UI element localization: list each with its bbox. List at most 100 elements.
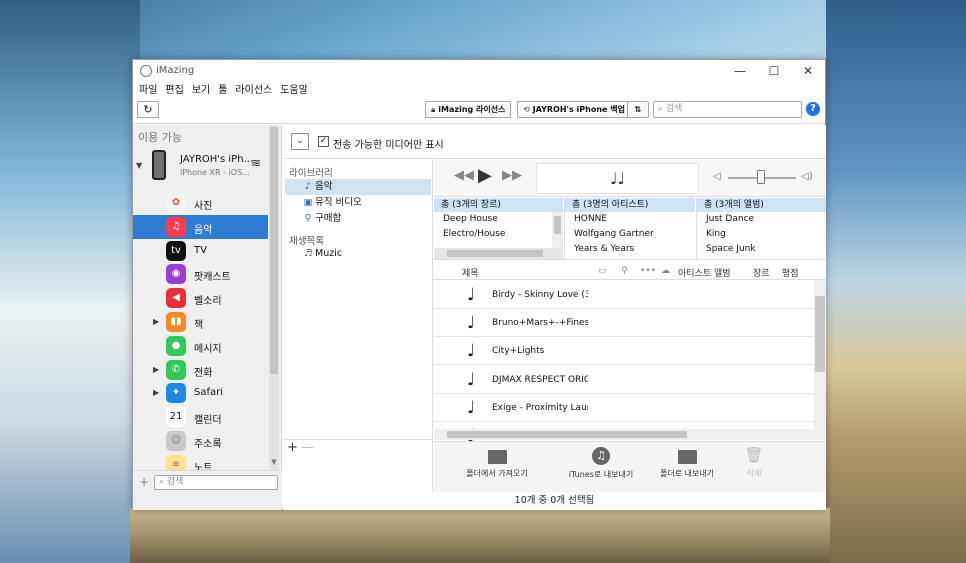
genre-vscroll-thumb[interactable]	[554, 216, 561, 234]
sidebar-item[interactable]: ▶ ▮▮ 책	[133, 310, 268, 334]
sidebar-item[interactable]: ☺ 주소록	[133, 429, 268, 453]
track-row[interactable]: ♩ Exige - Proximity Launc	[434, 394, 814, 422]
imazing-app-icon	[140, 65, 152, 77]
sidebar-item[interactable]: ◀ 벨소리	[133, 286, 268, 310]
track-title: Bruno+Mars+-+Finesse	[492, 318, 588, 329]
backup-button[interactable]: ⟲ JAYROH's iPhone 백업	[517, 101, 631, 118]
itunes-export-button[interactable]: ♫ iTunes로 내보내기	[556, 442, 646, 480]
album-row[interactable]: King	[697, 227, 826, 242]
column-artist-album[interactable]: 아티스트 앨범	[678, 266, 731, 279]
help-button[interactable]: ?	[806, 102, 820, 116]
playlist-item-muzic[interactable]: ♬ Muzic	[285, 246, 431, 262]
genre-row[interactable]: Deep House	[434, 212, 563, 227]
close-button[interactable]: ✕	[791, 60, 825, 82]
menu-edit[interactable]: 편집	[161, 82, 187, 100]
library-item-music-videos[interactable]: ▣ 뮤직 비디오	[285, 195, 431, 211]
genre-hscroll-thumb[interactable]	[447, 250, 543, 257]
options-dropdown[interactable]: ⌄	[291, 133, 309, 150]
scroll-down-icon[interactable]: ▼	[269, 458, 279, 466]
genre-hscroll[interactable]	[434, 248, 563, 259]
sidebar-item[interactable]: ◉ 팟캐스트	[133, 262, 268, 286]
menu-license[interactable]: 라이선스	[231, 82, 276, 100]
sidebar-scroll-thumb[interactable]	[270, 127, 278, 374]
track-row[interactable]: ♩ Birdy - Skinny Love (32	[434, 281, 814, 309]
menu-file[interactable]: 파일	[135, 82, 161, 100]
window-title: iMazing	[156, 65, 195, 76]
menu-bar: 파일 편집 보기 툴 라이선스 도움말	[133, 82, 825, 100]
artist-row[interactable]: HONNE	[565, 212, 695, 227]
sidebar-scrollbar[interactable]: ▲ ▼	[269, 125, 279, 470]
expand-arrow-icon[interactable]: ▶	[153, 388, 159, 397]
sidebar-item[interactable]: ✿ 사진	[133, 191, 268, 215]
track-list: 제목 ▭ ⚲ ••• ☁ 아티스트 앨범 장르 평점 ♩ Birdy - Skin…	[434, 261, 826, 446]
trash-button[interactable]: 🗑︎ 삭제	[709, 442, 799, 479]
main-content: ⌄ ✓ 전송 가능한 미디어만 표시 라이브러리 ♪ 음악 ▣ 뮤직 비디오 ⚲ 구매…	[283, 125, 826, 510]
sidebar-item-label: Safari	[194, 387, 224, 399]
music-note-icon: ♩	[467, 397, 476, 418]
transfer-button[interactable]: ⇅	[627, 101, 649, 118]
track-row[interactable]: ♩ DJMAX RESPECT ORIGI	[434, 366, 814, 394]
remove-playlist-button[interactable]: —	[301, 440, 314, 455]
forward-button[interactable]: ▶▶	[502, 168, 522, 183]
folder-export-icon	[677, 450, 697, 464]
sidebar-item[interactable]: 21 캘린더	[133, 405, 268, 429]
minimize-button[interactable]: —	[723, 60, 757, 82]
album-header[interactable]: 총 (3개의 앨범)	[697, 198, 826, 212]
expand-arrow-icon[interactable]: ▶	[153, 317, 159, 326]
menu-help[interactable]: 도움말	[276, 82, 312, 100]
transfer-icon: ⇅	[634, 105, 642, 114]
add-playlist-button[interactable]: +	[287, 440, 298, 455]
sidebar-item[interactable]: tv TV	[133, 239, 268, 263]
refresh-button[interactable]: ↻	[137, 101, 159, 118]
column-title[interactable]: 제목	[462, 266, 479, 279]
genre-row[interactable]: Electro/House	[434, 227, 563, 242]
play-button[interactable]: ▶	[478, 165, 492, 186]
column-genre[interactable]: 장르	[753, 266, 770, 279]
column-more-icon[interactable]: •••	[640, 266, 656, 276]
sidebar-item-label: 캘린더	[194, 415, 222, 427]
sidebar-item[interactable]: ♫ 음악	[133, 214, 268, 239]
action-label: 삭제	[746, 469, 762, 478]
menu-tools[interactable]: 툴	[214, 82, 231, 100]
license-button[interactable]: 🔒︎ iMazing 라이선스	[425, 101, 512, 118]
maximize-button[interactable]: ☐	[757, 60, 791, 82]
track-hscroll-thumb[interactable]	[447, 431, 687, 438]
album-row[interactable]: Space Junk	[697, 242, 826, 257]
sidebar-search-input[interactable]: ⌕ 검색	[154, 475, 278, 490]
track-hscroll[interactable]	[434, 429, 814, 440]
album-row[interactable]: Just Dance	[697, 212, 826, 227]
track-vscroll-thumb[interactable]	[815, 296, 825, 372]
playlist-label: Muzic	[315, 248, 343, 259]
column-rating[interactable]: 평점	[782, 266, 799, 279]
transferable-only-checkbox[interactable]: ✓	[318, 136, 329, 147]
genre-header[interactable]: 총 (3개의 장르)	[434, 198, 563, 212]
rewind-button[interactable]: ◀◀	[454, 168, 474, 183]
genre-vscroll[interactable]	[552, 212, 563, 248]
artist-row[interactable]: Years & Years	[565, 242, 695, 257]
search-input[interactable]: ⌕ 검색	[653, 101, 802, 118]
sidebar-item[interactable]: ▶ ✦ Safari	[133, 381, 268, 405]
lock-icon: 🔒︎	[431, 105, 436, 114]
artist-row[interactable]: Wolfgang Gartner	[565, 227, 695, 242]
track-row[interactable]: ♩ City+Lights	[434, 337, 814, 366]
column-cloud-icon[interactable]: ☁	[661, 266, 670, 276]
library-item-music[interactable]: ♪ 음악	[285, 179, 431, 195]
track-vscroll[interactable]	[814, 280, 826, 440]
sidebar-item[interactable]: ● 메시지	[133, 334, 268, 358]
add-device-button[interactable]: +	[139, 475, 149, 489]
folder-import-button[interactable]: 폴더에서 가져오기	[452, 442, 542, 479]
sidebar-header: 이용 가능	[138, 131, 182, 144]
library-item-purchased[interactable]: ⚲ 구매함	[285, 211, 431, 227]
expand-arrow-icon[interactable]: ▶	[153, 365, 159, 374]
column-purchased-icon[interactable]: ⚲	[621, 266, 628, 276]
track-row[interactable]: ♩ Bruno+Mars+-+Finesse	[434, 309, 814, 338]
volume-slider-handle[interactable]	[757, 170, 765, 184]
device-item[interactable]: ▼ JAYROH's iPh... iPhone XR - iOS... ≋	[133, 149, 282, 187]
artist-header[interactable]: 총 (3명의 아티스트)	[565, 198, 695, 212]
expand-arrow-icon[interactable]: ▼	[136, 161, 142, 170]
sidebar-item[interactable]: ▶ ✆ 전화	[133, 358, 268, 382]
column-video-icon[interactable]: ▭	[598, 266, 607, 276]
track-list-header: 제목 ▭ ⚲ ••• ☁ 아티스트 앨범 장르 평점	[434, 261, 826, 280]
menu-view[interactable]: 보기	[188, 82, 214, 100]
chevron-down-icon: ⌄	[296, 136, 304, 146]
